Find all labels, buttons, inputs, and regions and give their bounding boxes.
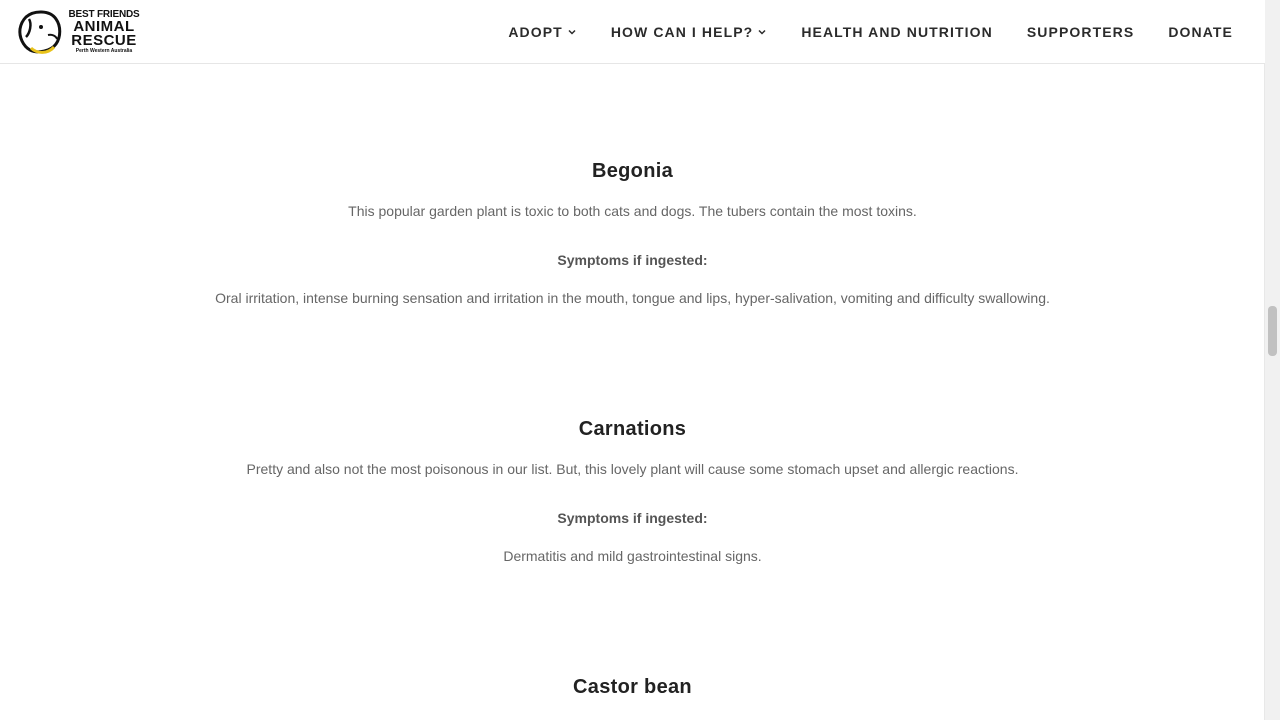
chevron-down-icon	[758, 29, 766, 35]
chevron-down-icon	[568, 29, 576, 35]
main-content: Begonia This popular garden plant is tox…	[0, 64, 1265, 720]
logo-line-rescue: RESCUE	[71, 32, 137, 49]
plant-section-carnations: Carnations Pretty and also not the most …	[0, 418, 1265, 564]
page-scrollbar[interactable]	[1264, 0, 1280, 720]
logo-line-location: Perth Western Australia	[75, 48, 133, 54]
nav-item-donate[interactable]: DONATE	[1168, 24, 1233, 40]
scrollbar-thumb[interactable]	[1268, 306, 1277, 356]
plant-section-castor-bean: Castor bean	[0, 676, 1265, 699]
symptoms-text: Oral irritation, intense burning sensati…	[215, 290, 1050, 306]
symptoms-text: Dermatitis and mild gastrointestinal sig…	[503, 548, 762, 564]
nav-item-label: HEALTH AND NUTRITION	[801, 23, 993, 40]
plant-title: Carnations	[578, 418, 687, 440]
nav-item-health-and-nutrition[interactable]: HEALTH AND NUTRITION	[801, 24, 993, 40]
nav-item-adopt[interactable]: ADOPT	[508, 24, 577, 40]
nav-item-supporters[interactable]: SUPPORTERS	[1027, 24, 1134, 40]
plant-description: Pretty and also not the most poisonous i…	[246, 461, 1019, 477]
nav-item-label: HOW CAN I HELP?	[610, 23, 754, 40]
symptoms-label: Symptoms if ingested:	[557, 252, 708, 268]
site-header: BEST FRIENDS ANIMAL RESCUE Perth Western…	[0, 0, 1265, 64]
symptoms-label: Symptoms if ingested:	[557, 510, 708, 526]
dog-logo-icon	[18, 10, 62, 54]
nav-item-label: ADOPT	[508, 23, 563, 40]
plant-title: Begonia	[592, 160, 673, 182]
plant-title: Castor bean	[573, 676, 692, 698]
nav-item-label: SUPPORTERS	[1026, 23, 1135, 40]
site-logo[interactable]: BEST FRIENDS ANIMAL RESCUE Perth Western…	[16, 9, 146, 55]
page: BEST FRIENDS ANIMAL RESCUE Perth Western…	[0, 0, 1280, 720]
nav-item-label: DONATE	[1168, 23, 1233, 40]
logo-wordmark: BEST FRIENDS ANIMAL RESCUE Perth Western…	[60, 9, 148, 55]
plant-description: This popular garden plant is toxic to bo…	[348, 203, 917, 219]
nav-item-how-can-i-help[interactable]: HOW CAN I HELP?	[611, 24, 768, 40]
main-nav: ADOPT HOW CAN I HELP? HEALTH AND NUTRITI…	[474, 0, 1233, 63]
plant-section-begonia: Begonia This popular garden plant is tox…	[0, 160, 1265, 306]
